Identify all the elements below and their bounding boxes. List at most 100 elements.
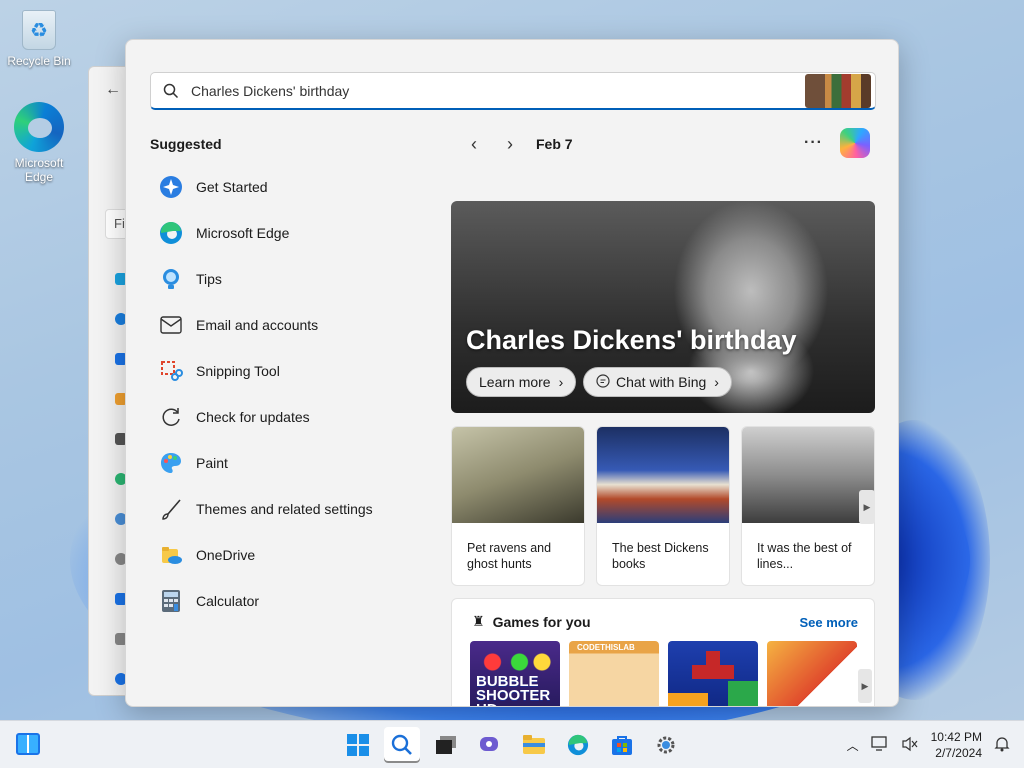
suggested-item-tips[interactable]: Tips [150,256,420,302]
chevron-right-icon: › [714,374,719,390]
books-image [597,427,729,523]
chevron-right-icon: › [558,374,564,390]
chevron-left-icon[interactable]: ‹ [456,130,492,158]
system-tray: ︿ 10:42 PM 2/7/2024 [847,721,1010,768]
suggested-item-onedrive[interactable]: OneDrive [150,532,420,578]
games-scroll-right-icon[interactable]: ▶ [858,669,872,703]
chevron-up-icon[interactable]: ︿ [847,737,859,754]
chat-bubble-icon [596,373,610,391]
snipping-tool-icon [158,358,184,384]
edge-taskbar-button[interactable] [560,727,596,763]
suggested-item-label: Themes and related settings [196,501,373,517]
highlight-cards: Pet ravens and ghost hunts The best Dick… [451,426,875,586]
see-more-link[interactable]: See more [799,615,858,630]
notifications-icon[interactable] [994,736,1010,755]
highlight-card[interactable]: Pet ravens and ghost hunts [451,426,585,586]
taskbar-apps [340,727,684,763]
chevron-right-icon[interactable]: › [492,130,528,158]
highlight-date: Feb 7 [536,136,573,152]
desktop-icon-label: Recycle Bin [7,54,71,68]
suggested-item-label: Tips [196,271,222,287]
chat-icon [480,737,498,751]
game-tile-stickman[interactable] [767,641,857,706]
suggested-item-label: Snipping Tool [196,363,280,379]
study-image [742,427,874,523]
hero-card[interactable]: Charles Dickens' birthday Learn more › C… [451,201,875,413]
games-heading: ♜ Games for you [472,613,591,630]
suggested-item-check-updates[interactable]: Check for updates [150,394,420,440]
paint-icon [158,450,184,476]
clock-time: 10:42 PM [930,730,982,744]
suggested-heading: Suggested [150,136,222,152]
search-panel: Suggested Get Started Microsoft Edge Tip… [125,39,899,707]
search-input[interactable] [191,82,805,99]
volume-muted-icon[interactable] [901,736,919,755]
desktop-icon-edge[interactable]: Microsoft Edge [4,102,74,184]
get-started-icon [158,174,184,200]
suggested-list: Get Started Microsoft Edge Tips Email an… [150,164,420,624]
calculator-icon [158,588,184,614]
suggested-item-label: Microsoft Edge [196,225,290,241]
suggested-item-themes[interactable]: Themes and related settings [150,486,420,532]
game-tile-blocks[interactable] [668,641,758,706]
card-caption: Pet ravens and ghost hunts [467,541,552,571]
suggested-item-label: Get Started [196,179,268,195]
search-box[interactable] [150,72,876,110]
suggested-item-paint[interactable]: Paint [150,440,420,486]
search-highlight-thumbnail [805,73,871,108]
suggested-item-label: Paint [196,455,228,471]
settings-button[interactable] [648,727,684,763]
card-caption: It was the best of lines... [757,541,852,571]
suggested-item-label: Calculator [196,593,260,609]
task-view-button[interactable] [428,727,464,763]
highlight-card[interactable]: The best Dickens books [596,426,730,586]
taskbar: ︿ 10:42 PM 2/7/2024 [0,720,1024,768]
search-icon [391,734,412,755]
file-explorer-button[interactable] [516,727,552,763]
suggested-item-calculator[interactable]: Calculator [150,578,420,624]
store-icon [612,736,632,755]
teams-button[interactable] [472,727,508,763]
raven-image [452,427,584,523]
gear-icon [657,736,675,754]
widgets-icon[interactable] [16,733,40,755]
recycle-bin-icon: ♻ [22,10,56,50]
clock-date: 2/7/2024 [935,746,982,760]
game-tile-bubble-shooter[interactable]: BUBBLE SHOOTER HD [470,641,560,706]
tips-icon [158,266,184,292]
search-taskbar-button[interactable] [384,727,420,763]
network-icon[interactable] [870,735,889,755]
cards-scroll-right-icon[interactable]: ▶ [859,490,875,524]
game-tile-chess[interactable]: CODETHISLAB [569,641,659,706]
copilot-icon[interactable] [840,128,870,158]
clock[interactable]: 10:42 PM 2/7/2024 [931,729,982,761]
back-arrow-icon[interactable]: ← [105,81,121,99]
edge-icon [567,734,589,756]
hero-title: Charles Dickens' birthday [466,325,797,355]
task-view-icon [436,736,456,754]
suggested-item-label: OneDrive [196,547,256,563]
brush-icon [158,496,184,522]
game-tile-label: BUBBLE SHOOTER HD [476,673,551,706]
chat-with-bing-button[interactable]: Chat with Bing › [583,367,732,397]
start-button[interactable] [340,727,376,763]
suggested-item-label: Check for updates [196,409,310,425]
desktop-icon-recycle-bin[interactable]: ♻ Recycle Bin [4,6,74,68]
suggested-item-email[interactable]: Email and accounts [150,302,420,348]
edge-icon [14,102,64,152]
highlight-card[interactable]: It was the best of lines... [741,426,875,586]
suggested-item-get-started[interactable]: Get Started [150,164,420,210]
suggested-item-snipping-tool[interactable]: Snipping Tool [150,348,420,394]
onedrive-icon [158,542,184,568]
games-title: Games for you [492,613,591,630]
refresh-icon [158,404,184,430]
store-button[interactable] [604,727,640,763]
mail-icon [158,312,184,338]
games-section: ♜ Games for you See more BUBBLE SHOOTER … [451,598,875,706]
desktop-icon-label: Microsoft Edge [14,156,64,184]
folder-icon [523,735,545,754]
more-options-button[interactable]: ··· [804,134,823,152]
learn-more-button[interactable]: Learn more › [466,367,577,397]
suggested-item-edge[interactable]: Microsoft Edge [150,210,420,256]
game-tile-label: CODETHISLAB [577,643,635,652]
